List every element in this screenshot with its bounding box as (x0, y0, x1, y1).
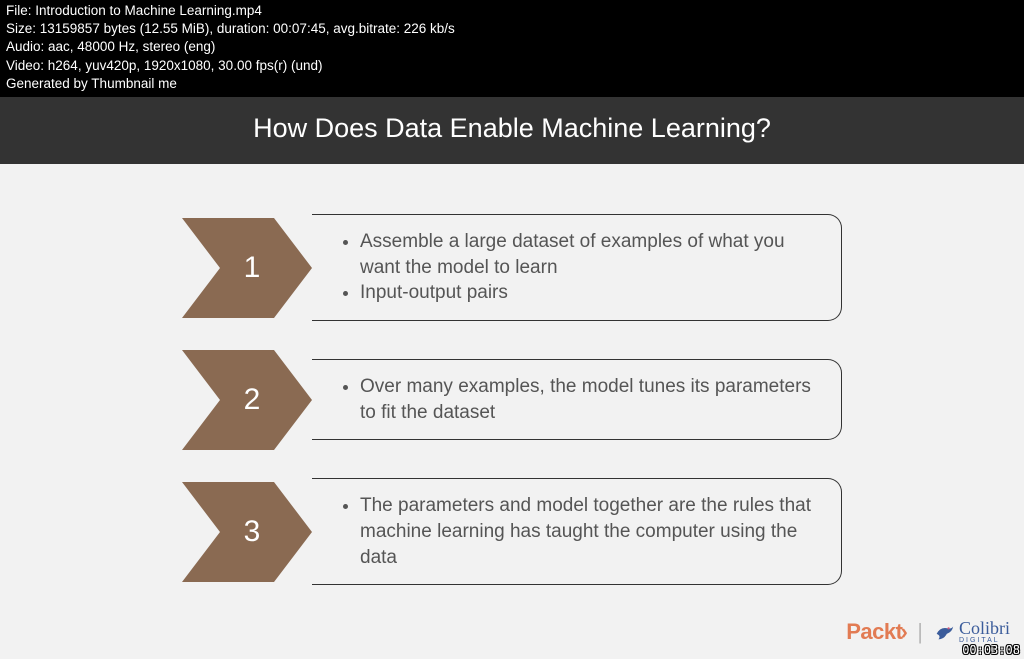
colibri-logo: Colibri DIGITAL (933, 620, 1010, 643)
packt-text: Packt (846, 619, 902, 644)
step-text-2: Over many examples, the model tunes its … (312, 359, 842, 440)
step-row-2: 2 Over many examples, the model tunes it… (182, 359, 842, 440)
thumbnail-timestamp: 00:03:08 (962, 643, 1020, 657)
step-bullet: Input-output pairs (360, 280, 819, 306)
step-arrow-1: 1 (182, 214, 312, 321)
meta-video: Video: h264, yuv420p, 1920x1080, 30.00 f… (6, 57, 1018, 75)
step-number: 1 (244, 251, 261, 285)
step-row-1: 1 Assemble a large dataset of examples o… (182, 214, 842, 321)
meta-file: File: Introduction to Machine Learning.m… (6, 2, 1018, 20)
step-arrow-3: 3 (182, 478, 312, 585)
meta-size: Size: 13159857 bytes (12.55 MiB), durati… (6, 20, 1018, 38)
brand-separator: | (917, 619, 923, 645)
packt-logo: Packt› (846, 619, 907, 645)
step-text-1: Assemble a large dataset of examples of … (312, 214, 842, 321)
colibri-text: Colibri (959, 620, 1010, 636)
step-row-3: 3 The parameters and model together are … (182, 478, 842, 585)
step-text-3: The parameters and model together are th… (312, 478, 842, 585)
step-bullet: Assemble a large dataset of examples of … (360, 229, 819, 280)
slide-title: How Does Data Enable Machine Learning? (253, 113, 771, 143)
packt-chevron-icon: › (900, 619, 907, 644)
slide-body: 1 Assemble a large dataset of examples o… (0, 164, 1024, 585)
step-number: 2 (244, 383, 261, 417)
video-metadata-bar: File: Introduction to Machine Learning.m… (0, 0, 1024, 97)
step-number: 3 (244, 515, 261, 549)
step-arrow-2: 2 (182, 359, 312, 440)
step-bullet: Over many examples, the model tunes its … (360, 374, 819, 425)
meta-generator: Generated by Thumbnail me (6, 75, 1018, 93)
step-bullet: The parameters and model together are th… (360, 493, 819, 570)
slide-title-band: How Does Data Enable Machine Learning? (0, 97, 1024, 164)
meta-audio: Audio: aac, 48000 Hz, stereo (eng) (6, 38, 1018, 56)
hummingbird-icon (933, 621, 955, 643)
brand-bar: Packt› | Colibri DIGITAL (846, 619, 1010, 645)
